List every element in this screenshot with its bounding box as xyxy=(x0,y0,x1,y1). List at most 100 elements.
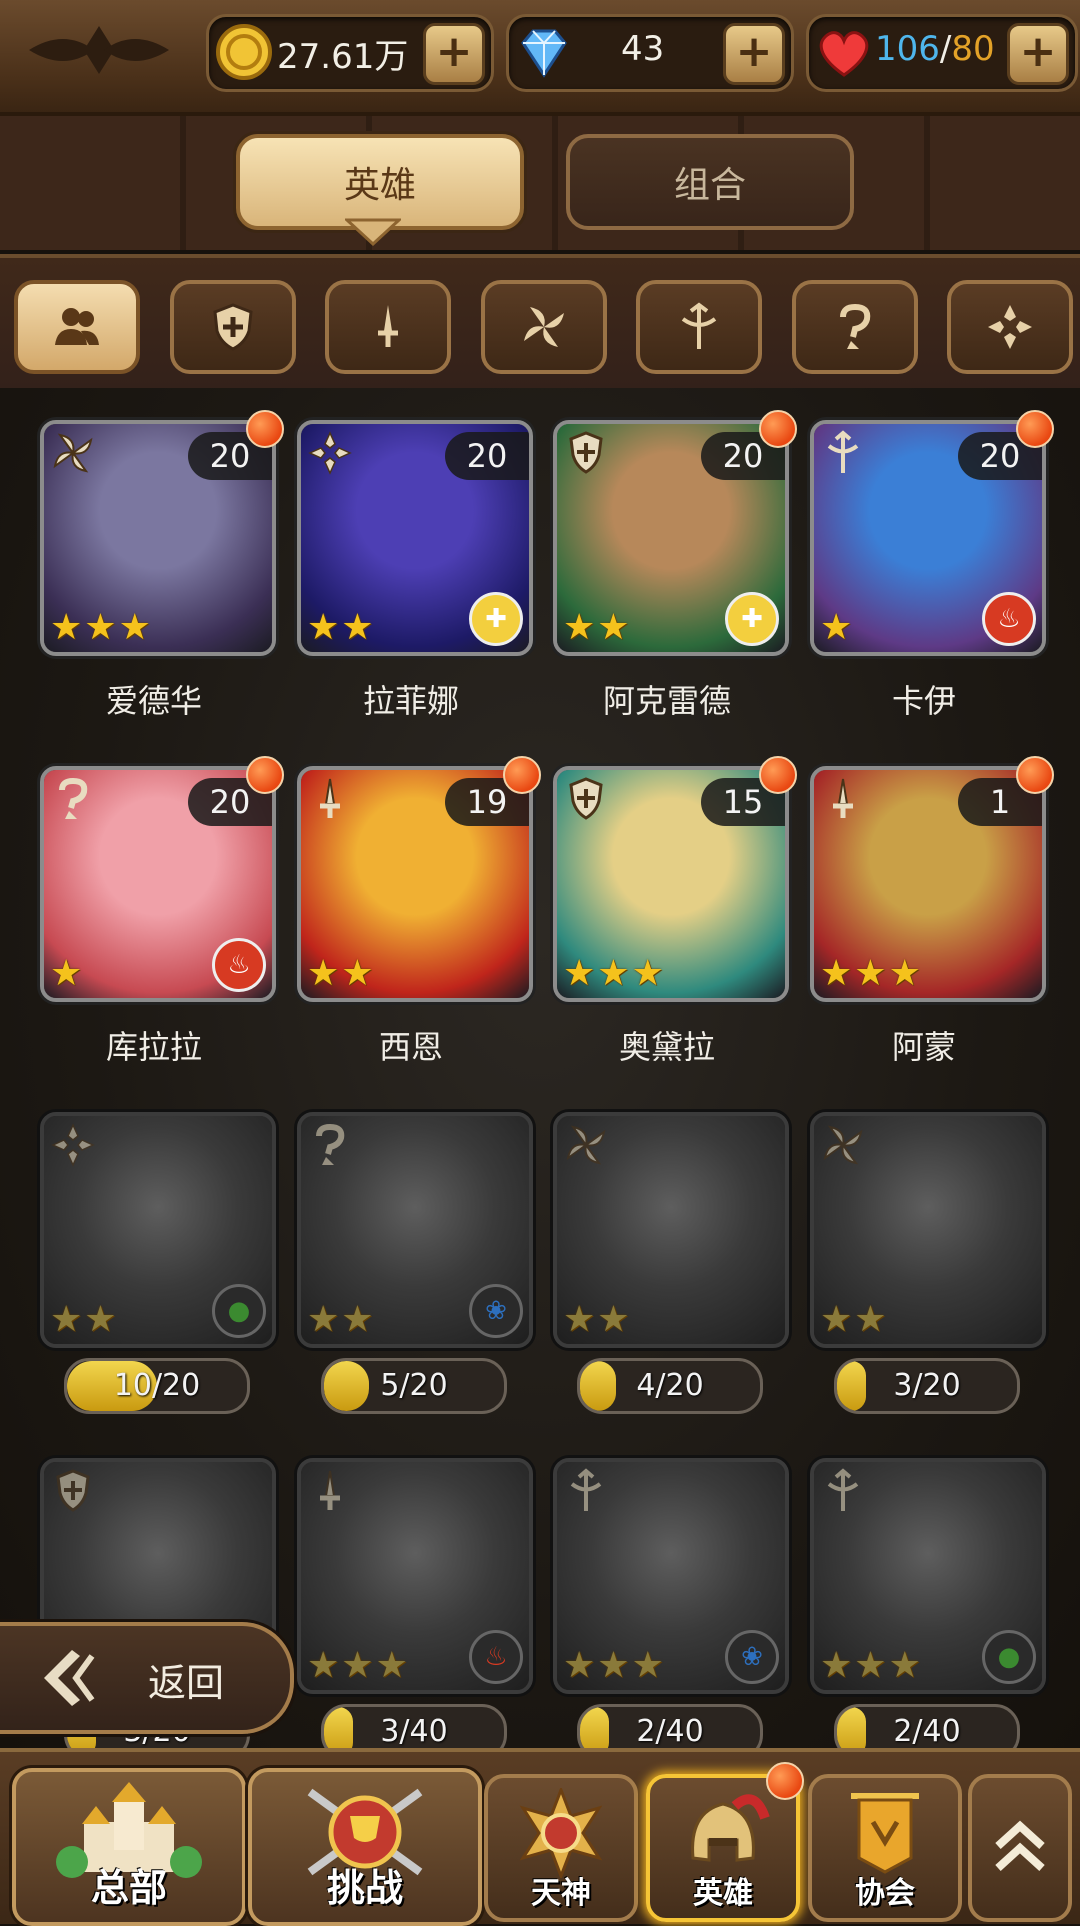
add-stamina-button[interactable]: + xyxy=(1007,23,1069,85)
defender-class-icon xyxy=(563,430,609,476)
defender-class-icon xyxy=(563,776,609,822)
hero-card[interactable]: 15 ★ ★ ★ xyxy=(553,766,789,1002)
plus-icon: + xyxy=(735,26,773,77)
nav-gods[interactable]: 天神 xyxy=(484,1774,638,1922)
hero-card[interactable]: 20 ★ ★ ★ xyxy=(40,420,276,656)
star-icon: ★ xyxy=(307,953,340,994)
stamina-current: 106 xyxy=(875,29,940,69)
locked-hero-card[interactable]: ★ ★ ★ ● xyxy=(810,1458,1046,1694)
shield-icon xyxy=(213,303,253,351)
shard-count: 3/20 xyxy=(893,1368,961,1403)
star-icon: ★ xyxy=(888,1645,921,1686)
nav-challenge[interactable]: 挑战 xyxy=(248,1768,482,1926)
shard-progress-bar: 5/20 xyxy=(321,1358,507,1414)
back-button[interactable]: 返回 xyxy=(0,1622,294,1734)
notification-dot xyxy=(1016,756,1054,794)
fire-element-icon: ♨ xyxy=(212,938,266,992)
nav-expand-button[interactable] xyxy=(968,1774,1072,1922)
locked-hero-card[interactable]: ★ ★ xyxy=(810,1112,1046,1348)
hero-card[interactable]: 19 ★ ★ xyxy=(297,766,533,1002)
notification-dot xyxy=(759,410,797,448)
nav-guild[interactable]: 协会 xyxy=(808,1774,962,1922)
double-chevron-up-icon xyxy=(995,1820,1045,1871)
star-rating: ★★★ xyxy=(820,956,921,992)
filter-all-button[interactable] xyxy=(14,280,140,374)
star-icon: ★ xyxy=(341,953,374,994)
filter-mage-button[interactable] xyxy=(792,280,918,374)
star-rating: ★ ★ xyxy=(307,610,374,646)
hero-card[interactable]: 20 ★ ♨ xyxy=(810,420,1046,656)
notification-dot xyxy=(246,756,284,794)
ranger-class-icon xyxy=(820,1122,866,1168)
sword-icon xyxy=(378,305,398,347)
stamina-max: 80 xyxy=(951,29,995,69)
hero-name: 阿克雷德 xyxy=(602,682,731,720)
hero-name: 西恩 xyxy=(378,1028,443,1066)
shard-count: 10/20 xyxy=(113,1368,201,1403)
stamina-value: 106/80 xyxy=(875,29,995,69)
locked-hero-card[interactable]: ★ ★ ★ ♨ xyxy=(297,1458,533,1694)
diamond-icon xyxy=(521,29,567,78)
star-icon: ★ xyxy=(118,607,151,648)
star-rating: ★ ★ xyxy=(563,1302,630,1338)
ranger-class-icon xyxy=(563,1122,609,1168)
hero-card[interactable]: 1 ★ ★ ★ xyxy=(810,766,1046,1002)
tab-team[interactable]: 组合 xyxy=(566,134,854,230)
heart-icon xyxy=(819,31,869,77)
star-icon: ★ xyxy=(50,607,83,648)
bottom-nav: 总部 挑战 天神 英雄 协会 xyxy=(0,1748,1080,1926)
locked-hero-card[interactable]: ★ ★ ★ ❀ xyxy=(553,1458,789,1694)
diamond-value: 43 xyxy=(621,29,665,69)
tab-heroes[interactable]: 英雄 xyxy=(236,134,524,230)
support-class-icon xyxy=(50,1122,96,1168)
warrior-class-icon xyxy=(307,1468,353,1514)
shard-progress-bar: 10/20 xyxy=(64,1358,250,1414)
double-chevron-left-icon xyxy=(44,1650,95,1706)
filter-support-button[interactable] xyxy=(947,280,1073,374)
stamina-separator: / xyxy=(939,29,952,69)
nav-headquarters[interactable]: 总部 xyxy=(12,1768,246,1926)
star-icon: ★ xyxy=(854,1645,887,1686)
nav-heroes-label: 英雄 xyxy=(693,1876,753,1911)
hero-name: 卡伊 xyxy=(891,682,956,720)
gold-coin-icon xyxy=(216,24,272,80)
sun-emblem-icon xyxy=(519,1788,603,1878)
shard-progress-bar: 3/20 xyxy=(834,1358,1020,1414)
star-icon: ★ xyxy=(341,1299,374,1340)
hero-card[interactable]: 20 ★ ♨ xyxy=(40,766,276,1002)
hero-card[interactable]: 20 ★ ★ ✚ xyxy=(553,420,789,656)
filter-warrior-button[interactable] xyxy=(325,280,451,374)
warrior-class-icon xyxy=(307,776,353,822)
resource-bar: 27.61万 + 43 + 106/80 + xyxy=(0,0,1080,116)
add-gold-button[interactable]: + xyxy=(423,23,485,85)
locked-hero-card[interactable]: ★ ★ ❀ xyxy=(297,1112,533,1348)
star-icon: ★ xyxy=(854,1299,887,1340)
filter-archer-button[interactable] xyxy=(636,280,762,374)
star-rating: ★ xyxy=(50,956,82,992)
shard-progress-bar: 4/20 xyxy=(577,1358,763,1414)
star-rating: ★★★ xyxy=(307,1648,408,1684)
locked-hero-card[interactable]: ★ ★ ● xyxy=(40,1112,276,1348)
star-icon: ★ xyxy=(375,1645,408,1686)
water-element-icon: ❀ xyxy=(725,1630,779,1684)
hero-card[interactable]: 20 ★ ★ ✚ xyxy=(297,420,533,656)
wall-background xyxy=(0,116,1080,250)
star-icon: ★ xyxy=(563,953,596,994)
class-filter-bar xyxy=(0,254,1080,392)
locked-hero-card[interactable]: ★ ★ xyxy=(553,1112,789,1348)
star-icon: ★ xyxy=(854,953,887,994)
ranger-class-icon xyxy=(50,430,96,476)
light-element-icon: ✚ xyxy=(469,592,523,646)
star-icon: ★ xyxy=(597,1645,630,1686)
gold-value: 27.61万 xyxy=(277,37,409,77)
filter-defender-button[interactable] xyxy=(170,280,296,374)
diamond-counter: 43 + xyxy=(506,14,794,92)
archer-class-icon xyxy=(820,1468,866,1514)
star-icon: ★ xyxy=(631,1645,664,1686)
filter-ranger-button[interactable] xyxy=(481,280,607,374)
notification-dot xyxy=(246,410,284,448)
shard-count: 4/20 xyxy=(636,1368,704,1403)
add-diamond-button[interactable]: + xyxy=(723,23,785,85)
plus-icon: + xyxy=(435,26,473,77)
star-icon: ★ xyxy=(307,1299,340,1340)
